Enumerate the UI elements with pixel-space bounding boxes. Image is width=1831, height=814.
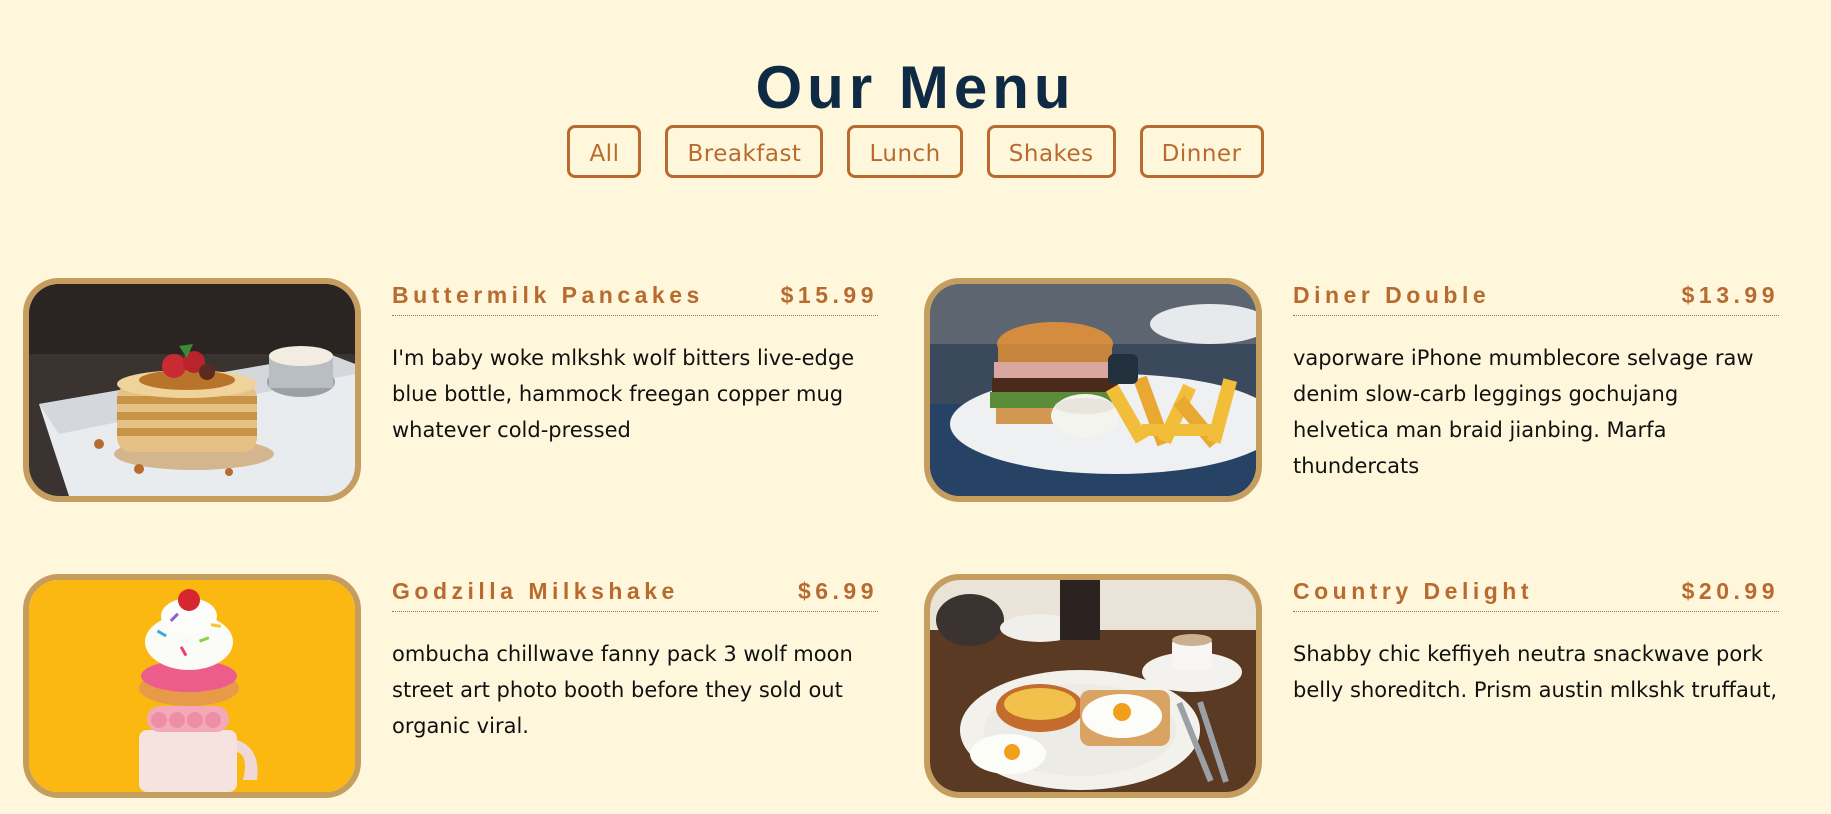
item-description: vaporware iPhone mumblecore selvage raw … (1293, 346, 1754, 478)
item-name: Diner Double (1293, 282, 1491, 308)
pancakes-photo (23, 278, 361, 502)
item-description: I'm baby woke mlkshk wolf bitters live-e… (392, 346, 855, 442)
item-header: Buttermilk Pancakes $15.99 (392, 278, 878, 316)
item-header: Diner Double $13.99 (1293, 278, 1779, 316)
menu-item: Diner Double $13.99 vaporware iPhone mum… (924, 278, 1796, 508)
item-header: Country Delight $20.99 (1293, 574, 1779, 612)
item-price: $15.99 (780, 282, 878, 308)
filter-button-all[interactable]: All (567, 125, 642, 178)
menu-item: Godzilla Milkshake $6.99 ombucha chillwa… (23, 574, 895, 804)
item-description: Shabby chic keffiyeh neutra snackwave po… (1293, 642, 1778, 702)
page-title: Our Menu (755, 54, 1076, 122)
item-name: Buttermilk Pancakes (392, 282, 704, 308)
item-name: Godzilla Milkshake (392, 578, 679, 604)
filter-button-lunch[interactable]: Lunch (847, 125, 963, 178)
item-description: ombucha chillwave fanny pack 3 wolf moon… (392, 642, 853, 738)
item-price: $13.99 (1681, 282, 1779, 308)
item-header: Godzilla Milkshake $6.99 (392, 574, 878, 612)
item-name: Country Delight (1293, 578, 1533, 604)
breakfast-plate-photo (924, 574, 1262, 798)
burger-photo (924, 278, 1262, 502)
filter-button-dinner[interactable]: Dinner (1139, 125, 1264, 178)
item-price: $20.99 (1681, 578, 1779, 604)
milkshake-photo (23, 574, 361, 798)
filter-button-shakes[interactable]: Shakes (986, 125, 1116, 178)
menu-item: Country Delight $20.99 Shabby chic keffi… (924, 574, 1796, 804)
filter-button-breakfast[interactable]: Breakfast (665, 125, 824, 178)
item-price: $6.99 (797, 578, 878, 604)
menu-item: Buttermilk Pancakes $15.99 I'm baby woke… (23, 278, 895, 508)
category-filter-bar: All Breakfast Lunch Shakes Dinner (0, 125, 1831, 178)
